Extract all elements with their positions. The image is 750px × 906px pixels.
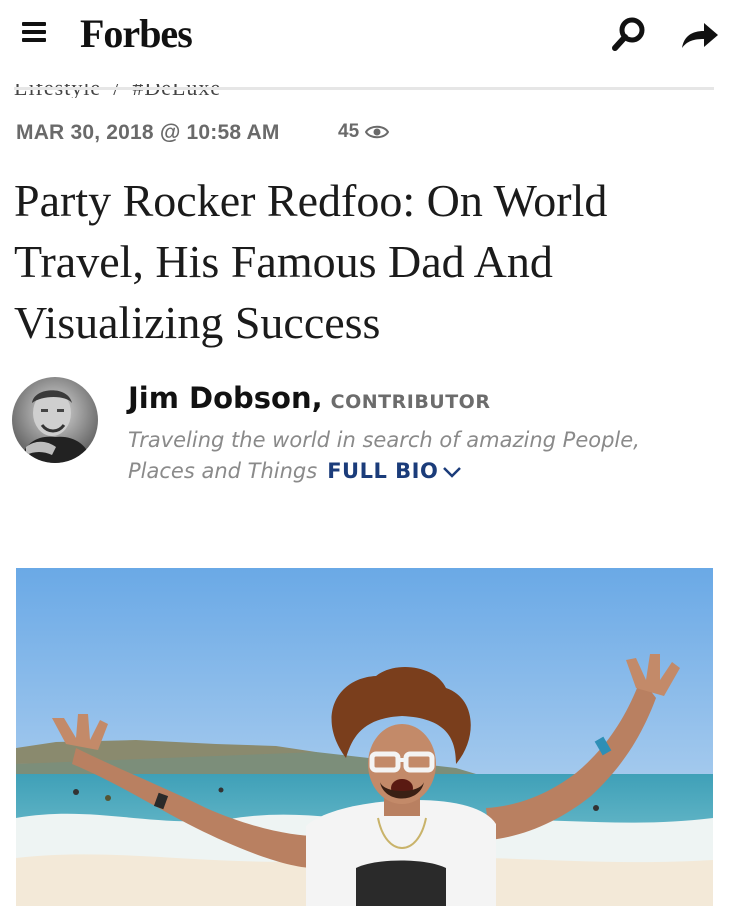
author-bio-tail: Places and Things bbox=[128, 459, 318, 483]
article-hero-image[interactable] bbox=[16, 568, 713, 906]
publish-date: MAR 30, 2018 @ 10:58 AM bbox=[16, 121, 280, 144]
article-headline: Party Rocker Redfoo: On World Travel, Hi… bbox=[14, 175, 608, 348]
share-arrow-icon[interactable] bbox=[678, 18, 720, 52]
chevron-down-icon[interactable] bbox=[442, 465, 462, 479]
full-bio-link[interactable]: FULL BIO bbox=[327, 459, 438, 483]
top-bar: Forbes bbox=[0, 0, 750, 70]
hamburger-menu-icon[interactable] bbox=[22, 22, 46, 44]
view-count: 45 bbox=[338, 121, 390, 143]
forbes-logo[interactable]: Forbes bbox=[80, 10, 193, 57]
author-avatar[interactable] bbox=[12, 377, 98, 463]
author-role: CONTRIBUTOR bbox=[330, 391, 491, 413]
header-divider bbox=[14, 87, 714, 90]
author-name[interactable]: Jim Dobson, bbox=[128, 381, 323, 415]
author-bio-line2: Places and Things FULL BIO bbox=[128, 456, 462, 487]
author-bio-line1: Traveling the world in search of amazing… bbox=[128, 428, 640, 452]
view-count-value: 45 bbox=[338, 121, 360, 142]
author-line: Jim Dobson, CONTRIBUTOR bbox=[128, 381, 490, 415]
search-icon[interactable] bbox=[610, 16, 648, 54]
eye-icon bbox=[365, 125, 390, 139]
